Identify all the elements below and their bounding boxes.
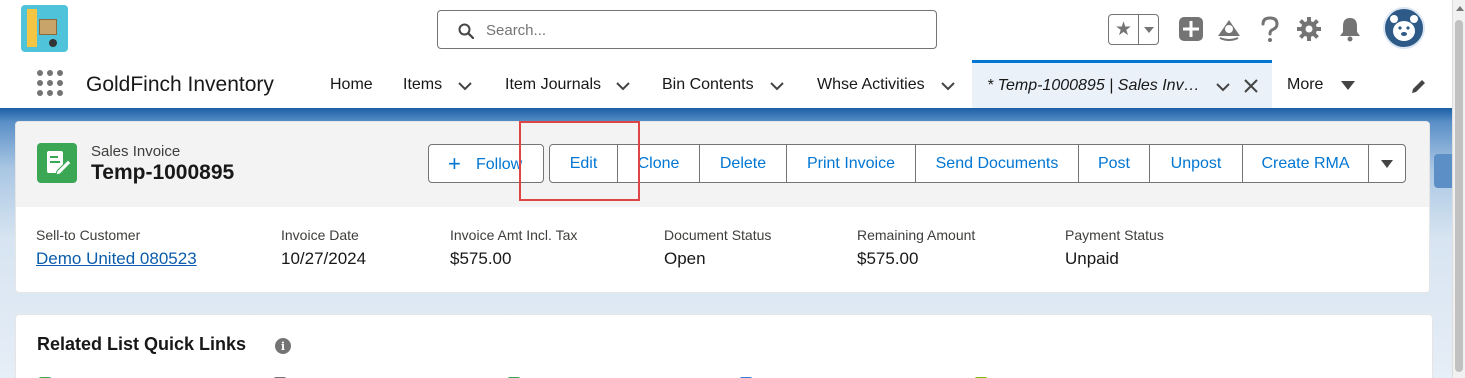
- field-value: $575.00: [450, 249, 512, 268]
- global-search-input[interactable]: Search...: [437, 10, 937, 49]
- record-object-type: Sales Invoice: [91, 143, 181, 160]
- scroll-up-arrow-icon[interactable]: [1456, 6, 1464, 11]
- logo-label-strip: [27, 9, 37, 47]
- field-invoice-amount: Invoice Amt Incl. Tax $575.00: [450, 227, 577, 269]
- field-payment-status: Payment Status Unpaid: [1065, 227, 1164, 269]
- field-label: Invoice Amt Incl. Tax: [450, 227, 578, 243]
- nav-item-home[interactable]: Home: [330, 76, 373, 94]
- more-caret-icon[interactable]: [1341, 81, 1355, 90]
- launcher-dot: [57, 70, 63, 76]
- app-navigation-bar: GoldFinch Inventory Home Items Item Jour…: [0, 60, 1452, 108]
- chevron-down-icon[interactable]: [615, 78, 631, 94]
- field-remaining-amount: Remaining Amount $575.00: [857, 227, 975, 269]
- field-document-status: Document Status Open: [664, 227, 771, 269]
- notifications-bell-icon[interactable]: [1336, 15, 1364, 43]
- record-title: Temp-1000895: [91, 161, 235, 184]
- global-add-icon[interactable]: [1177, 15, 1205, 43]
- record-highlights-header: Sales Invoice Temp-1000895 + Follow Edit…: [16, 122, 1429, 207]
- related-list-quick-links-card: Related List Quick Links i: [15, 314, 1433, 378]
- favorites-star-icon[interactable]: ★: [1115, 18, 1132, 41]
- close-icon[interactable]: [1243, 78, 1259, 94]
- launcher-dot: [37, 90, 43, 96]
- chevron-down-icon[interactable]: [1144, 27, 1154, 33]
- follow-label: Follow: [476, 156, 523, 173]
- post-button[interactable]: Post: [1079, 145, 1150, 182]
- more-actions-button[interactable]: [1369, 145, 1405, 182]
- field-label: Remaining Amount: [857, 227, 976, 243]
- launcher-dot: [57, 90, 63, 96]
- field-label: Sell-to Customer: [36, 227, 141, 243]
- edit-button[interactable]: Edit: [550, 145, 618, 182]
- search-icon: [458, 23, 474, 39]
- field-sell-to-customer: Sell-to Customer Demo United 080523: [36, 227, 197, 269]
- chevron-down-icon[interactable]: [940, 78, 956, 94]
- help-icon[interactable]: [1256, 15, 1284, 43]
- search-placeholder: Search...: [486, 22, 547, 39]
- field-invoice-date: Invoice Date 10/27/2024: [281, 227, 366, 269]
- record-actions-group: Edit Clone Delete Print Invoice Send Doc…: [549, 144, 1406, 183]
- sales-invoice-icon: [37, 143, 77, 183]
- delete-button[interactable]: Delete: [700, 145, 787, 182]
- nav-item-bin-contents[interactable]: Bin Contents: [662, 76, 754, 94]
- related-list-title: Related List Quick Links: [37, 334, 247, 354]
- print-invoice-button[interactable]: Print Invoice: [787, 145, 916, 182]
- tab-sales-invoice[interactable]: * Temp-1000895 | Sales Invoice: [972, 60, 1272, 108]
- record-header-card: Sales Invoice Temp-1000895 + Follow Edit…: [15, 121, 1430, 293]
- launcher-dot: [57, 80, 63, 86]
- favorites-divider: [1138, 15, 1139, 44]
- launcher-dot: [47, 80, 53, 86]
- favorites-button[interactable]: ★: [1108, 14, 1159, 45]
- sell-to-customer-link[interactable]: Demo United 080523: [36, 249, 197, 269]
- add-icon: +: [448, 151, 461, 176]
- field-value: Unpaid: [1065, 249, 1119, 268]
- launcher-dot: [37, 80, 43, 86]
- edit-nav-pencil-icon[interactable]: [1410, 78, 1427, 95]
- launcher-dot: [47, 90, 53, 96]
- unpost-button[interactable]: Unpost: [1150, 145, 1243, 182]
- chevron-down-icon: [1381, 159, 1393, 168]
- nav-item-more[interactable]: More: [1287, 76, 1323, 94]
- app-name: GoldFinch Inventory: [86, 73, 274, 96]
- chevron-down-icon[interactable]: [1215, 79, 1231, 95]
- clone-button[interactable]: Clone: [618, 145, 700, 182]
- tab-label: * Temp-1000895 | Sales Invoice: [987, 77, 1203, 94]
- nav-item-items[interactable]: Items: [403, 76, 442, 94]
- send-documents-button[interactable]: Send Documents: [916, 145, 1079, 182]
- logo-wheel: [49, 39, 57, 47]
- nav-item-whse-activities[interactable]: Whse Activities: [817, 76, 925, 94]
- avatar[interactable]: [1383, 7, 1425, 49]
- launcher-dot: [37, 70, 43, 76]
- info-icon[interactable]: i: [275, 338, 291, 354]
- logo-box: [39, 19, 57, 35]
- app-launcher-icon[interactable]: [37, 70, 63, 96]
- create-rma-button[interactable]: Create RMA: [1243, 145, 1369, 182]
- setup-gear-icon[interactable]: [1295, 15, 1323, 43]
- vertical-scrollbar[interactable]: [1452, 0, 1465, 378]
- field-value: $575.00: [857, 249, 919, 268]
- field-label: Payment Status: [1065, 227, 1164, 243]
- chevron-down-icon[interactable]: [457, 78, 473, 94]
- launcher-dot: [47, 70, 53, 76]
- scrollbar-thumb[interactable]: [1455, 20, 1463, 372]
- field-value: 10/27/2024: [281, 249, 367, 268]
- app-logo[interactable]: [21, 5, 68, 52]
- follow-button[interactable]: + Follow: [428, 144, 544, 183]
- record-highlight-fields: Sell-to Customer Demo United 080523 Invo…: [16, 207, 1429, 292]
- nav-item-item-journals[interactable]: Item Journals: [505, 76, 601, 94]
- trailhead-icon[interactable]: [1215, 15, 1243, 43]
- avatar-bear-icon: [1390, 15, 1418, 41]
- global-header: Search... ★: [0, 0, 1452, 60]
- side-panel-handle[interactable]: [1434, 154, 1452, 188]
- field-label: Invoice Date: [281, 227, 359, 243]
- field-value: Open: [664, 249, 706, 268]
- field-label: Document Status: [664, 227, 772, 243]
- chevron-down-icon[interactable]: [769, 78, 785, 94]
